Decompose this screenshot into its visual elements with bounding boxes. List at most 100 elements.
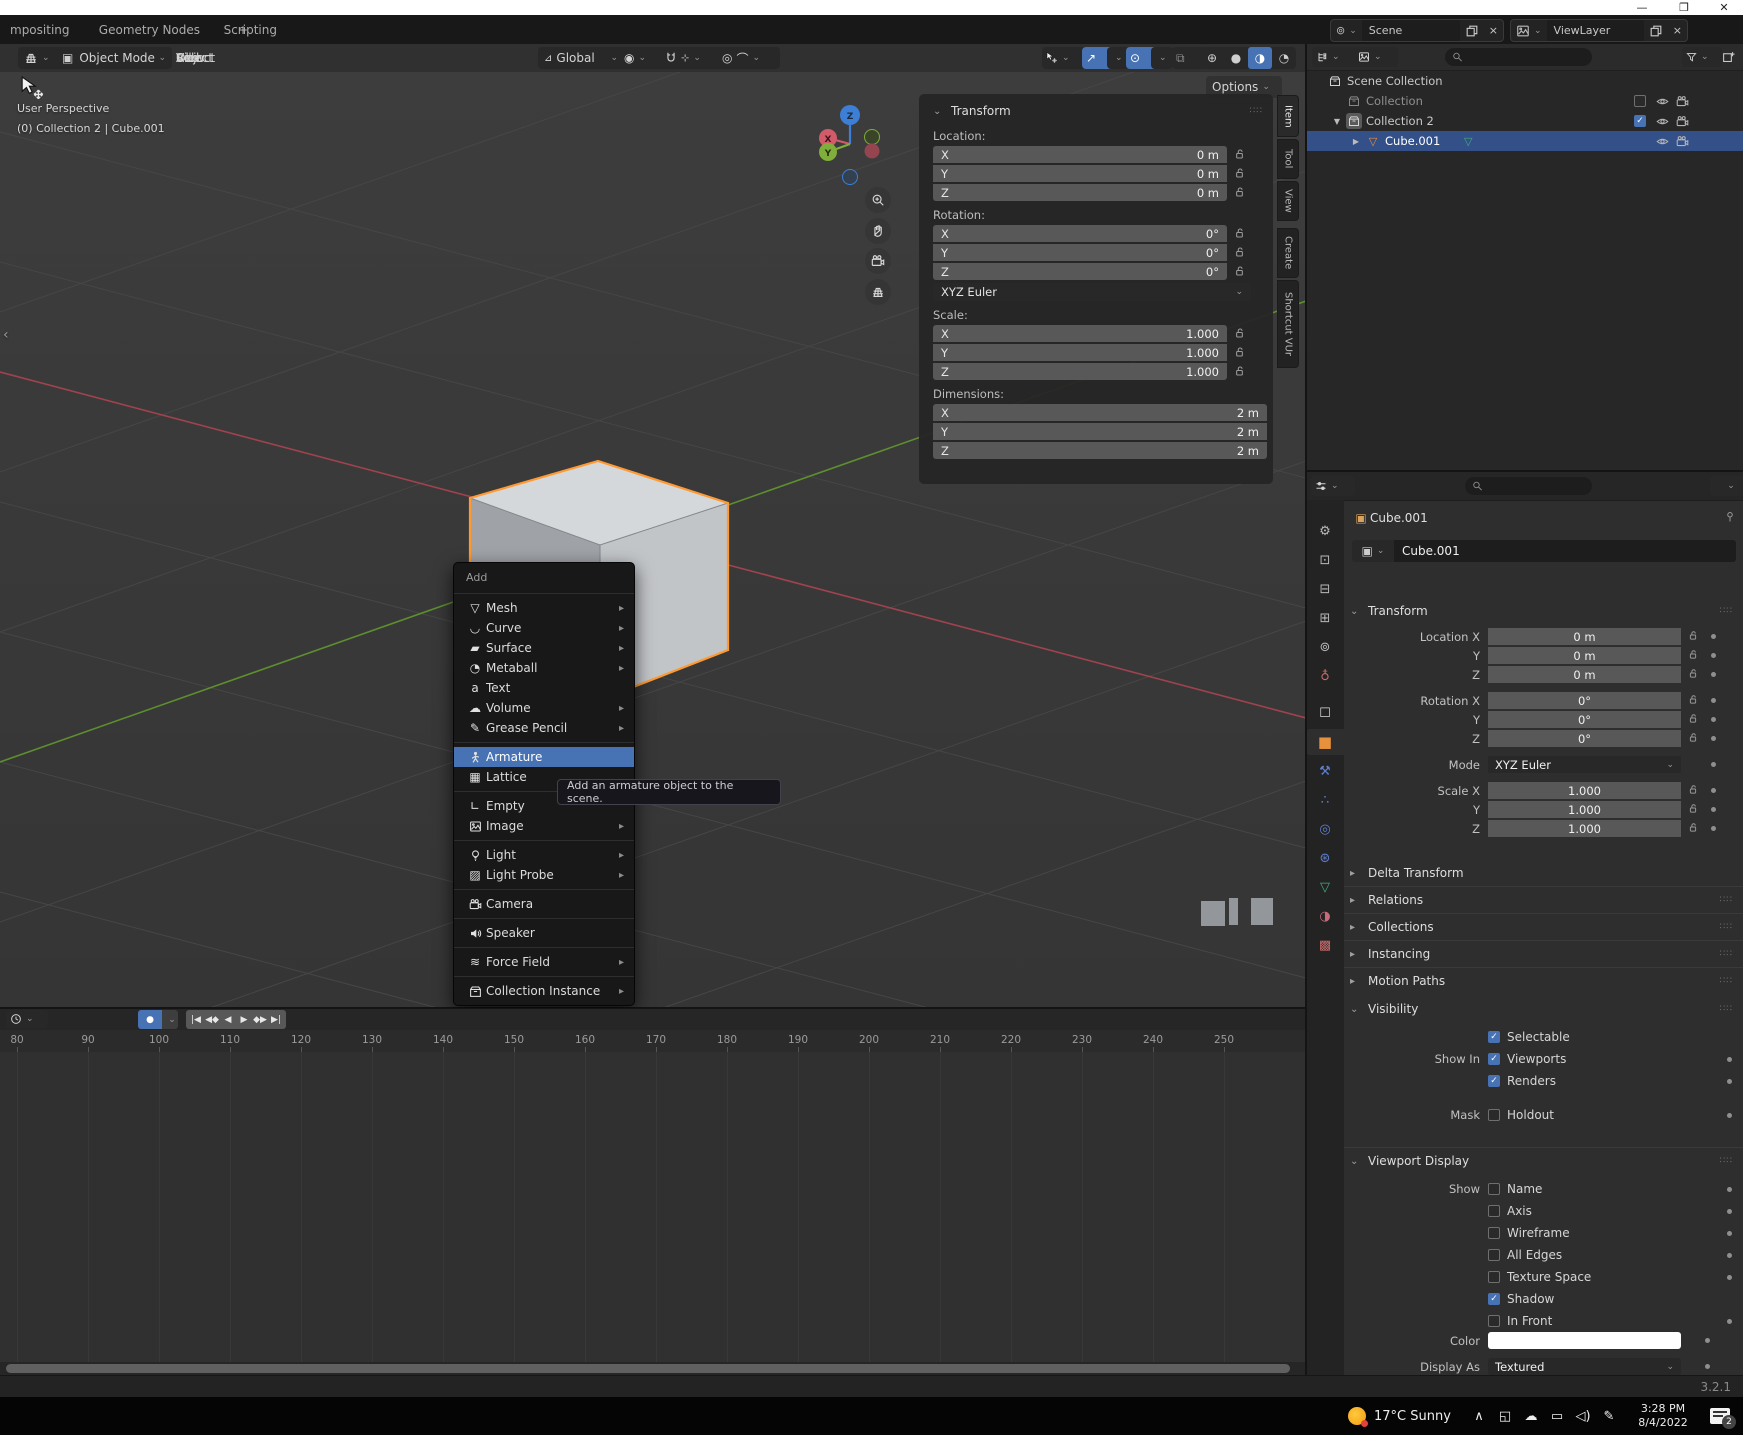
transform-value-field[interactable]: 0° — [1488, 692, 1681, 709]
visibility-panel-header[interactable]: ⌄Visibility ∷∷ — [1344, 998, 1743, 1020]
animate-dot[interactable] — [1727, 1187, 1732, 1192]
hide-in-viewport-eye-icon[interactable] — [1654, 113, 1670, 129]
add-menu-item-speaker[interactable]: Speaker — [454, 923, 634, 943]
window-restore-button[interactable]: ❐ — [1669, 0, 1699, 15]
properties-tab-modifiers[interactable]: ⚒ — [1306, 758, 1344, 784]
tray-chevron-up-icon[interactable]: ∧ — [1466, 1397, 1492, 1435]
properties-tab-object-data[interactable]: ▽ — [1306, 874, 1344, 900]
Shadow-checkbox[interactable]: ✓ — [1488, 1293, 1500, 1305]
properties-tab-scene[interactable]: ⊚ — [1306, 634, 1344, 660]
tray-pen-icon[interactable]: ✎ — [1596, 1397, 1622, 1435]
properties-options-dropdown[interactable]: ⌄ — [1710, 476, 1743, 496]
transform-panel-header[interactable]: ⌄Transform ∷∷ — [1344, 600, 1743, 622]
outliner-row-scene-collection[interactable]: Scene Collection — [1306, 71, 1743, 91]
remove-viewlayer-icon[interactable]: × — [1668, 20, 1687, 41]
area-divider[interactable] — [1306, 470, 1743, 472]
play-reverse-button[interactable]: ◀ — [220, 1011, 236, 1028]
camera-view-icon[interactable] — [865, 248, 891, 274]
animate-dot[interactable] — [1727, 1231, 1732, 1236]
display-as-dropdown[interactable]: Textured⌄ — [1488, 1358, 1681, 1375]
animate-dot[interactable] — [1727, 1079, 1732, 1084]
npanel-dimensions-z-field[interactable]: Z2 m — [933, 442, 1267, 459]
npanel-dimensions-x-field[interactable]: X2 m — [933, 404, 1267, 421]
animate-dot[interactable] — [1711, 762, 1716, 767]
panel-grip-icon[interactable]: ∷∷ — [1720, 895, 1733, 905]
sidebar-tab-view[interactable]: View — [1277, 181, 1299, 221]
viewport-display-panel-header[interactable]: ⌄Viewport Display ∷∷ — [1344, 1150, 1743, 1172]
tray-onedrive-icon[interactable]: ☁ — [1518, 1397, 1544, 1435]
orthographic-toggle-icon[interactable] — [865, 279, 891, 305]
collapsed-panel-relations[interactable]: ▸Relations∷∷ — [1344, 889, 1743, 911]
viewport-3d[interactable]: User Perspective (0) Collection 2 | Cube… — [0, 72, 1306, 1008]
properties-tab-material[interactable]: ◑ — [1306, 903, 1344, 929]
Axis-checkbox[interactable] — [1488, 1205, 1500, 1217]
add-workspace-button[interactable]: + — [228, 15, 258, 44]
hide-in-viewport-eye-icon[interactable] — [1654, 93, 1670, 109]
panel-grip-icon[interactable]: ∷∷ — [1720, 922, 1733, 932]
lock-open-icon[interactable] — [1687, 648, 1703, 663]
lock-open-icon[interactable] — [1687, 693, 1703, 708]
new-collection-button[interactable] — [1718, 49, 1738, 65]
shading-solid-icon[interactable]: ● — [1224, 47, 1248, 69]
lock-open-icon[interactable] — [1233, 166, 1249, 182]
viewlayer-selector[interactable]: ⌄ ViewLayer × — [1510, 19, 1688, 42]
Holdout-checkbox[interactable] — [1488, 1109, 1500, 1121]
animate-dot[interactable] — [1727, 1319, 1732, 1324]
Viewports-checkbox[interactable]: ✓ — [1488, 1053, 1500, 1065]
add-menu-item-light[interactable]: Light▸ — [454, 845, 634, 865]
sidebar-tab-create[interactable]: Create — [1277, 228, 1299, 278]
collection-exclude-checkbox[interactable]: ✓ — [1634, 115, 1646, 127]
Name-checkbox[interactable] — [1488, 1183, 1500, 1195]
animate-dot[interactable] — [1727, 1113, 1732, 1118]
npanel-location-y-field[interactable]: Y0 m — [933, 165, 1227, 182]
Selectable-checkbox[interactable]: ✓ — [1488, 1031, 1500, 1043]
pan-hand-icon[interactable] — [865, 218, 891, 244]
properties-tab-view-layer[interactable]: ⊞ — [1306, 605, 1344, 631]
In Front-checkbox[interactable] — [1488, 1315, 1500, 1327]
disclosure-closed-icon[interactable]: ▶ — [1350, 137, 1362, 146]
animate-dot[interactable] — [1711, 788, 1716, 793]
npanel-dimensions-y-field[interactable]: Y2 m — [933, 423, 1267, 440]
sidebar-tab-tool[interactable]: Tool — [1277, 139, 1299, 179]
lock-open-icon[interactable] — [1687, 629, 1703, 644]
window-close-button[interactable]: ✕ — [1709, 0, 1739, 15]
keying-dropdown[interactable]: ⌄ — [162, 1010, 178, 1029]
zoom-icon[interactable] — [865, 187, 891, 213]
menu-object[interactable]: Object — [168, 44, 223, 72]
add-menu-item-camera[interactable]: Camera — [454, 894, 634, 914]
lock-open-icon[interactable] — [1233, 147, 1249, 163]
toolbar-expand-arrow[interactable]: ‹ — [3, 327, 9, 343]
properties-tab-render[interactable]: ⊡ — [1306, 547, 1344, 573]
panel-grip-icon[interactable]: ∷∷ — [1720, 949, 1733, 959]
transform-value-field[interactable]: 0° — [1488, 730, 1681, 747]
tray-screen-record-icon[interactable]: ◱ — [1492, 1397, 1518, 1435]
notification-center-button[interactable]: 2 — [1702, 1397, 1738, 1435]
animate-dot[interactable] — [1711, 653, 1716, 658]
animate-dot[interactable] — [1711, 826, 1716, 831]
weather-widget[interactable]: 17°C Sunny — [1348, 1397, 1451, 1435]
lock-open-icon[interactable] — [1233, 364, 1249, 380]
sidebar-tab-shortcut-vur[interactable]: Shortcut VUr — [1277, 280, 1299, 368]
add-menu-item-collection-instance[interactable]: Collection Instance▸ — [454, 981, 634, 1001]
animate-dot[interactable] — [1727, 1057, 1732, 1062]
new-viewlayer-icon[interactable] — [1644, 20, 1668, 41]
add-menu-item-text[interactable]: aText — [454, 678, 634, 698]
transform-value-field[interactable]: 1.000 — [1488, 801, 1681, 818]
new-scene-icon[interactable] — [1460, 20, 1484, 41]
object-name-field[interactable]: Cube.001 — [1394, 540, 1736, 562]
lock-open-icon[interactable] — [1687, 667, 1703, 682]
auto-keying-record-button[interactable]: ● — [138, 1010, 162, 1029]
panel-grip-icon[interactable]: ∷∷ — [1250, 106, 1263, 116]
properties-tab-output[interactable]: ⊟ — [1306, 576, 1344, 602]
properties-tab-object[interactable]: ■ — [1306, 729, 1344, 755]
npanel-rotation-y-field[interactable]: Y0° — [933, 244, 1227, 261]
window-minimize-button[interactable]: — — [1627, 0, 1657, 15]
tray-volume-icon[interactable]: ◁) — [1570, 1397, 1596, 1435]
lock-open-icon[interactable] — [1233, 264, 1249, 280]
object-id-icon[interactable]: ▣⌄ — [1352, 540, 1394, 562]
timeline-track-area[interactable] — [0, 1052, 1306, 1362]
area-divider[interactable] — [1305, 44, 1307, 1375]
navigation-gizmo[interactable]: Z X Y — [806, 94, 896, 190]
properties-tab-tool[interactable]: ⚙ — [1306, 518, 1344, 544]
prev-keyframe-button[interactable]: ◀◆ — [204, 1011, 220, 1028]
